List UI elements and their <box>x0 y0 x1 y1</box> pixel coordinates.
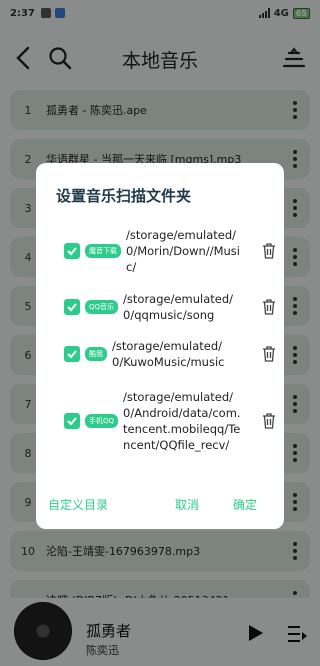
delete-icon[interactable] <box>262 299 276 315</box>
delete-icon[interactable] <box>262 413 276 429</box>
delete-icon[interactable] <box>262 346 276 362</box>
check-icon <box>67 417 77 426</box>
source-tag: 酷我 <box>85 347 107 361</box>
check-icon <box>67 247 77 256</box>
folder-item: 魔音下载 /storage/emulated/0/Morin/Down//Mus… <box>64 227 276 275</box>
folder-item: 手机QQ /storage/emulated/0/Android/data/co… <box>64 389 276 453</box>
check-icon <box>67 303 77 312</box>
check-icon <box>67 350 77 359</box>
folder-path: /storage/emulated/0/KuwoMusic/music <box>112 339 225 369</box>
checkbox-checked[interactable] <box>64 413 80 429</box>
folder-item: QQ音乐 /storage/emulated/0/qqmusic/song <box>64 291 276 323</box>
checkbox-checked[interactable] <box>64 346 80 362</box>
custom-directory-button[interactable]: 自定义目录 <box>48 496 108 513</box>
folder-item: 酷我 /storage/emulated/0/KuwoMusic/music <box>64 338 276 370</box>
source-tag: 魔音下载 <box>85 244 121 258</box>
folder-path: /storage/emulated/0/Android/data/com.ten… <box>123 390 241 452</box>
source-tag: QQ音乐 <box>85 300 119 314</box>
folder-path: /storage/emulated/0/qqmusic/song <box>123 292 234 322</box>
cancel-button[interactable]: 取消 <box>175 496 199 513</box>
source-tag: 手机QQ <box>85 414 119 428</box>
checkbox-checked[interactable] <box>64 299 80 315</box>
folder-path: /storage/emulated/0/Morin/Down//Music/ <box>126 228 240 274</box>
checkbox-checked[interactable] <box>64 243 80 259</box>
scan-folder-dialog: 设置音乐扫描文件夹 魔音下载 /storage/emulated/0/Morin… <box>36 163 284 529</box>
confirm-button[interactable]: 确定 <box>233 496 257 513</box>
dialog-title: 设置音乐扫描文件夹 <box>56 187 192 205</box>
delete-icon[interactable] <box>262 243 276 259</box>
